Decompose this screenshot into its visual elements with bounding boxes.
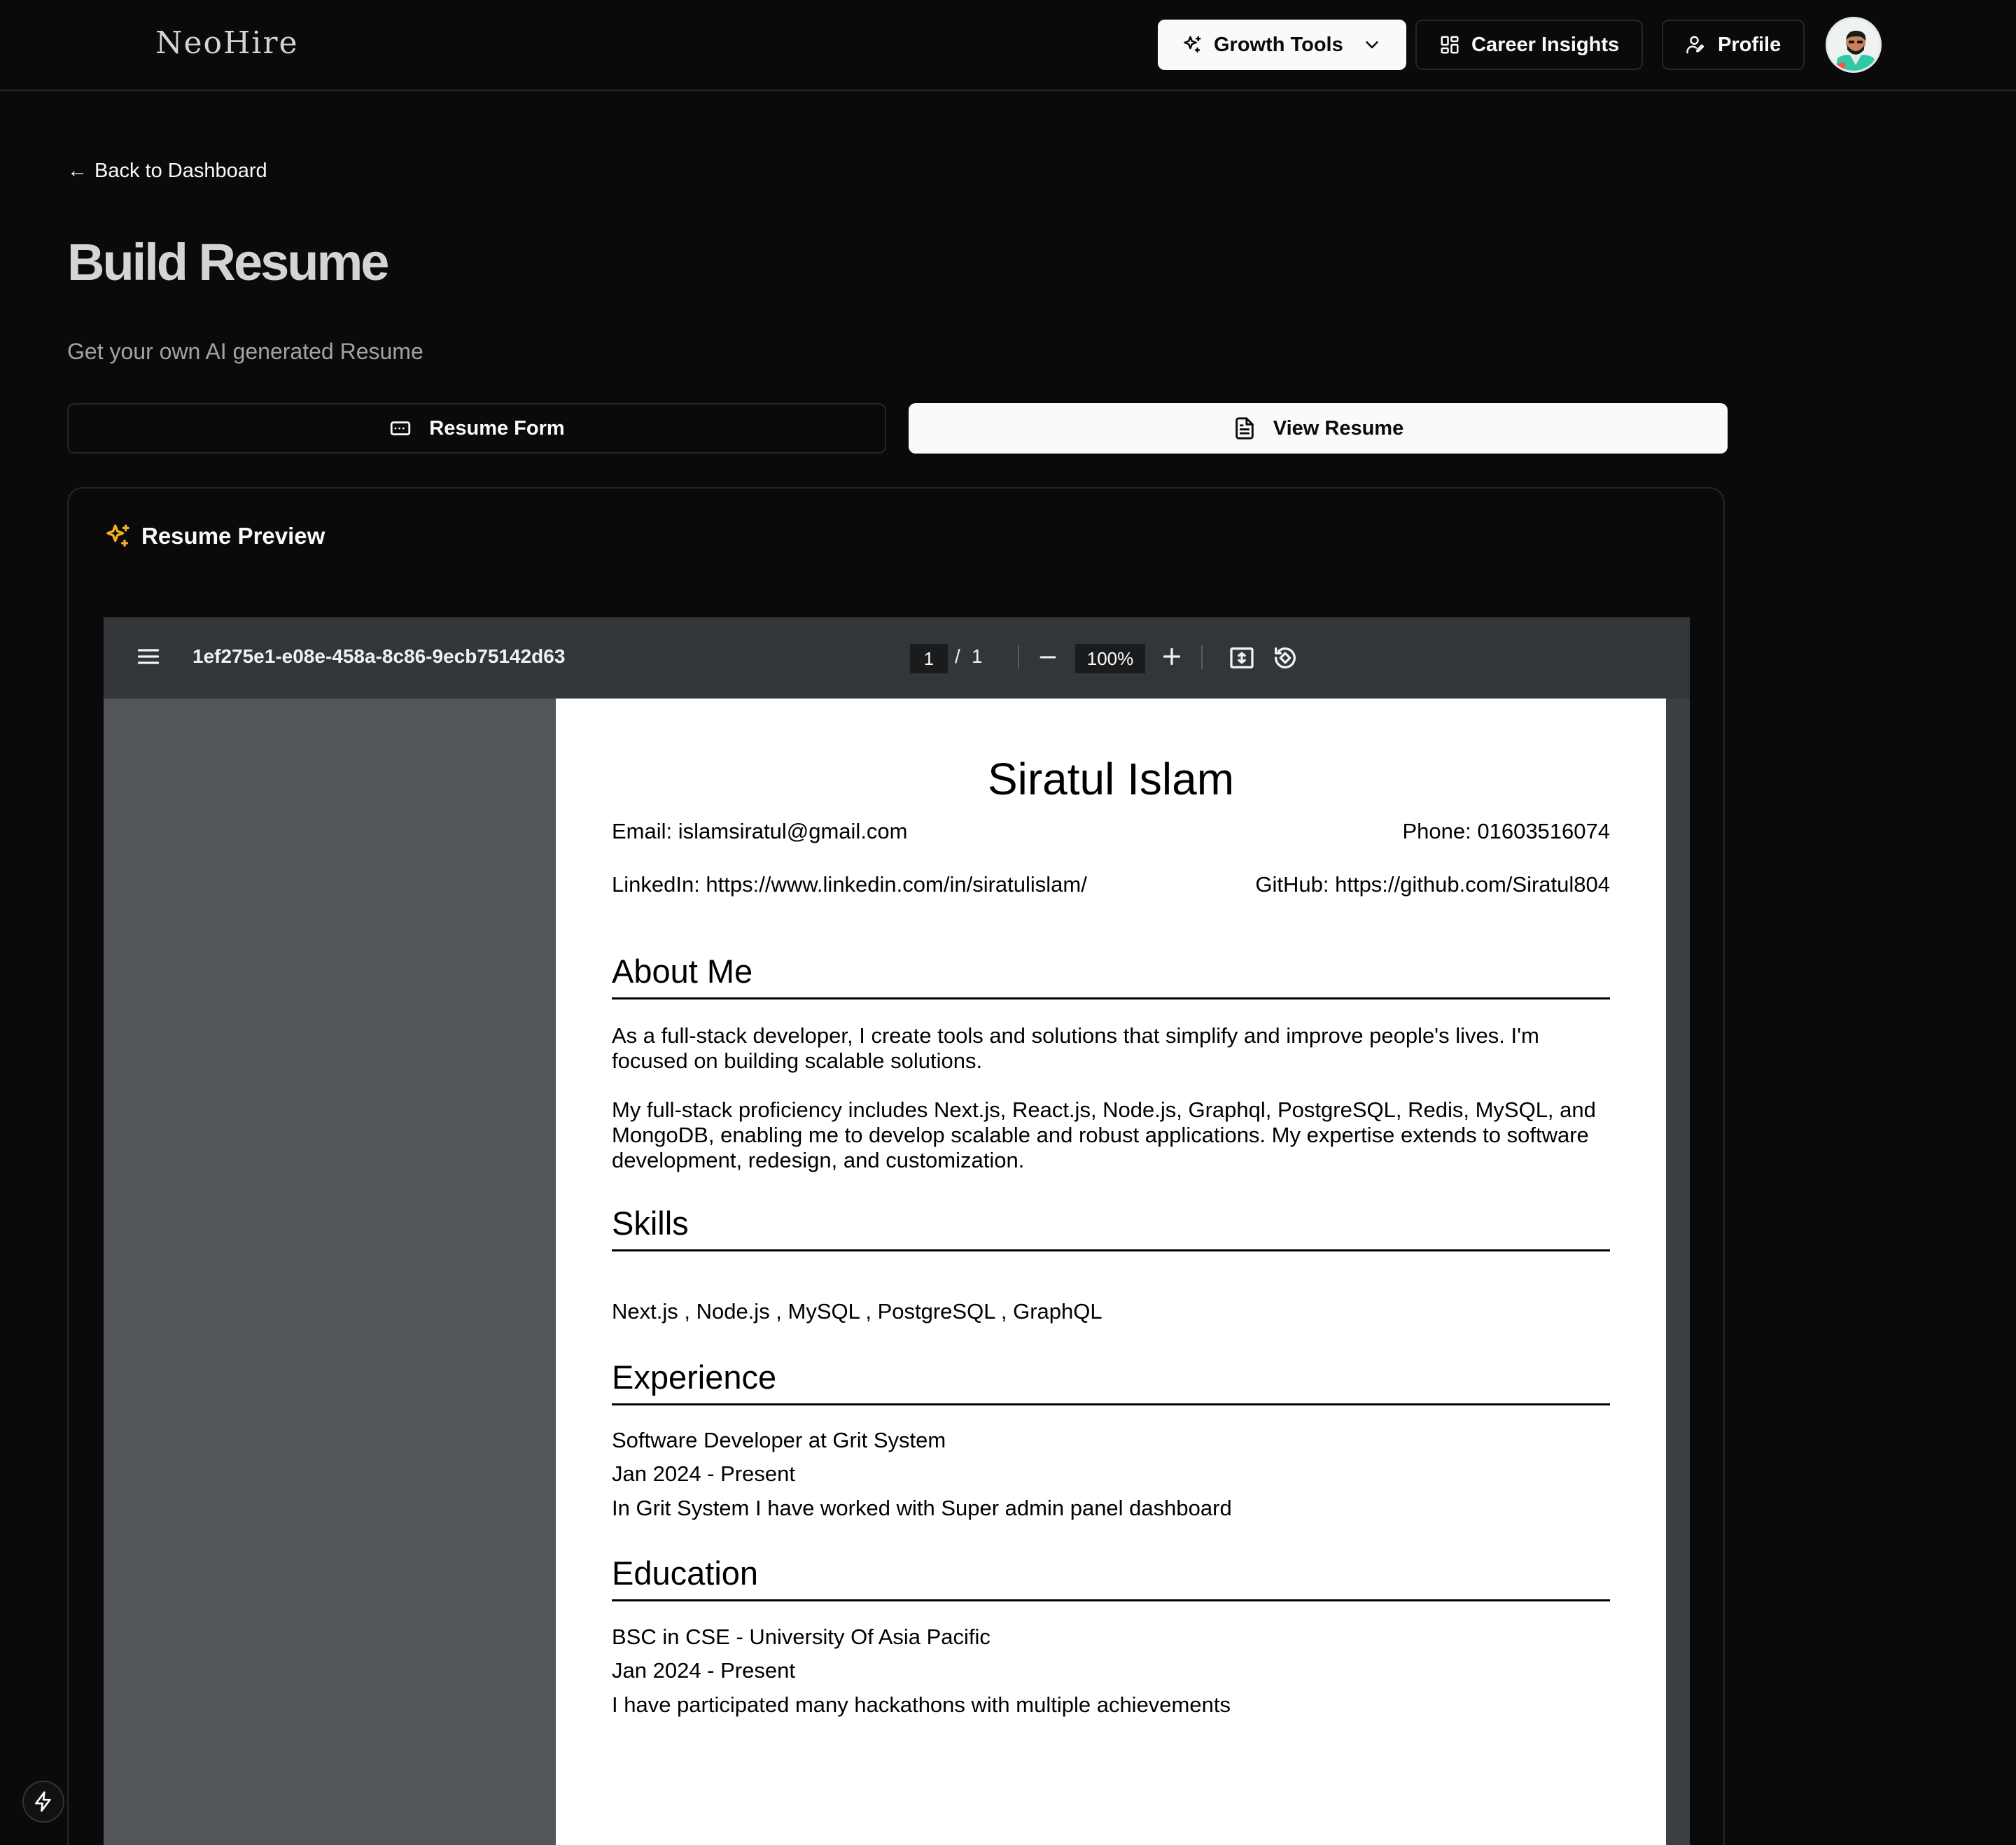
tab-view-resume[interactable]: View Resume [909,403,1728,454]
user-avatar[interactable] [1826,17,1882,73]
viewer-left-pane [104,699,556,1845]
back-link-label: Back to Dashboard [94,160,267,182]
neohire-logo[interactable]: NeoHire [155,25,299,61]
education-title: BSC in CSE - University Of Asia Pacific [612,1625,990,1649]
rotate-icon[interactable] [1271,644,1299,672]
tab-resume-form-label: Resume Form [429,416,565,440]
career-insights-label: Career Insights [1471,33,1620,56]
resume-linkedin: LinkedIn: https://www.linkedin.com/in/si… [612,872,1087,897]
resume-name: Siratul Islam [987,754,1235,804]
page-number-input[interactable]: 1 [910,644,948,673]
file-text-icon [1236,417,1254,440]
profile-button[interactable]: Profile [1662,20,1805,70]
skills-list: Next.js , Node.js , MySQL , PostgreSQL ,… [612,1299,1102,1324]
pdf-document-name: 1ef275e1-e08e-458a-8c86-9ecb75142d63 [192,645,566,667]
page-separator: / [955,645,960,667]
top-navbar: NeoHire Growth Tools Career Insights Pro… [0,0,2016,91]
education-description: I have participated many hackathons with… [612,1692,1231,1717]
sparkles-icon [1184,36,1201,53]
page-title: Build Resume [67,233,389,291]
tab-view-resume-label: View Resume [1273,416,1404,440]
card-header: Resume Preview [104,522,325,550]
viewer-scrollbar[interactable] [1666,699,1690,1845]
form-icon [391,421,411,435]
career-insights-button[interactable]: Career Insights [1415,20,1644,70]
menu-icon[interactable] [136,644,161,669]
page-subtitle: Get your own AI generated Resume [67,339,424,364]
page-total: 1 [972,645,983,667]
resume-email: Email: islamsiratul@gmail.com [612,819,908,843]
dev-tools-button[interactable] [22,1781,64,1823]
back-to-dashboard-link[interactable]: ← Back to Dashboard [67,160,267,183]
profile-label: Profile [1718,33,1782,56]
toolbar-divider [1018,645,1019,669]
avatar-illustration-icon [1828,19,1879,71]
dashboard-grid-icon [1441,36,1459,54]
education-heading: Education [612,1554,1610,1601]
toolbar-divider [1201,645,1203,669]
tab-resume-form[interactable]: Resume Form [67,403,886,454]
growth-tools-button[interactable]: Growth Tools [1158,20,1406,70]
chevron-down-icon [1365,41,1378,48]
skills-heading: Skills [612,1204,1610,1251]
arrow-left-icon: ← [67,160,88,182]
zoom-out-icon[interactable] [1036,645,1060,669]
experience-dates: Jan 2024 - Present [612,1461,795,1486]
resume-phone: Phone: 01603516074 [1402,819,1610,843]
user-pen-icon [1686,36,1704,54]
zoom-in-icon[interactable] [1159,644,1184,669]
pdf-page: Siratul Islam Email: islamsiratul@gmail.… [556,699,1666,1845]
growth-tools-label: Growth Tools [1214,33,1343,56]
lightning-icon [35,1791,51,1812]
about-paragraph-2: My full-stack proficiency includes Next.… [612,1097,1596,1172]
education-dates: Jan 2024 - Present [612,1658,795,1683]
about-paragraph-1: As a full-stack developer, I create tool… [612,1023,1539,1073]
experience-title: Software Developer at Grit System [612,1428,946,1452]
sparkles-icon [106,524,130,547]
about-heading: About Me [612,952,1610,999]
pdf-viewer: 1ef275e1-e08e-458a-8c86-9ecb75142d63 1 /… [104,617,1690,1845]
experience-description: In Grit System I have worked with Super … [612,1496,1232,1520]
zoom-level[interactable]: 100% [1075,644,1145,673]
resume-preview-card: Resume Preview 1ef275e1-e08e-458a-8c86-9… [67,487,1725,1845]
card-title: Resume Preview [141,523,326,549]
pdf-toolbar: 1ef275e1-e08e-458a-8c86-9ecb75142d63 1 /… [104,617,1690,699]
resume-github: GitHub: https://github.com/Siratul804 [1255,872,1610,897]
fit-to-page-icon[interactable] [1228,644,1256,672]
experience-heading: Experience [612,1358,1610,1405]
